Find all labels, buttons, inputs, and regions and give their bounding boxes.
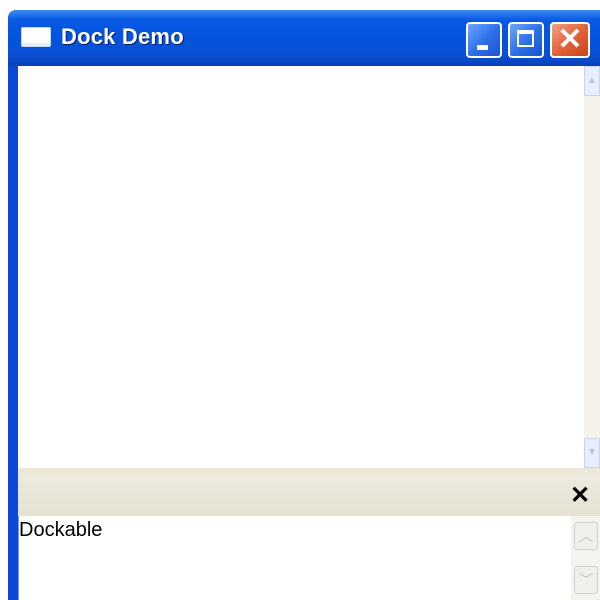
dock-scroll-up-button[interactable]: ︿ bbox=[574, 522, 598, 550]
dock-vertical-scrollbar[interactable]: ︿ ﹀ bbox=[571, 516, 600, 600]
dock-header[interactable]: ✕ bbox=[18, 476, 600, 516]
maximize-button[interactable] bbox=[508, 22, 544, 58]
chevron-up-icon: ︿ bbox=[579, 528, 593, 544]
chevron-down-icon: ﹀ bbox=[579, 572, 593, 588]
maximize-icon bbox=[517, 30, 534, 47]
dock-content-text: Dockable bbox=[19, 519, 103, 541]
scroll-up-button[interactable]: ▲ bbox=[584, 66, 600, 96]
window-title: Dock Demo bbox=[61, 24, 184, 49]
chevron-up-icon: ▲ bbox=[587, 75, 597, 86]
close-icon: ✕ bbox=[557, 23, 583, 56]
minimize-button[interactable] bbox=[466, 22, 502, 58]
main-vertical-scrollbar[interactable]: ▲ ▼ bbox=[584, 66, 600, 468]
close-x-icon[interactable]: ✕ bbox=[568, 484, 592, 508]
dockable-pane[interactable]: Dockable ︿ ﹀ bbox=[18, 516, 600, 600]
client-area: ▲ ▼ ✕ Dockable ︿ ﹀ bbox=[18, 66, 600, 600]
close-button[interactable]: ✕ bbox=[550, 22, 590, 58]
chevron-down-icon: ▼ bbox=[587, 447, 597, 458]
title-bar[interactable]: Dock Demo ✕ bbox=[8, 10, 600, 66]
main-content-pane[interactable]: ▲ ▼ bbox=[18, 66, 600, 468]
window-icon bbox=[21, 27, 51, 47]
scroll-down-button[interactable]: ▼ bbox=[584, 438, 600, 468]
dock-scroll-down-button[interactable]: ﹀ bbox=[574, 566, 598, 594]
minimize-icon bbox=[477, 45, 488, 50]
app-window: Dock Demo ✕ ▲ ▼ ✕ Dockable ︿ ﹀ bbox=[8, 10, 600, 600]
